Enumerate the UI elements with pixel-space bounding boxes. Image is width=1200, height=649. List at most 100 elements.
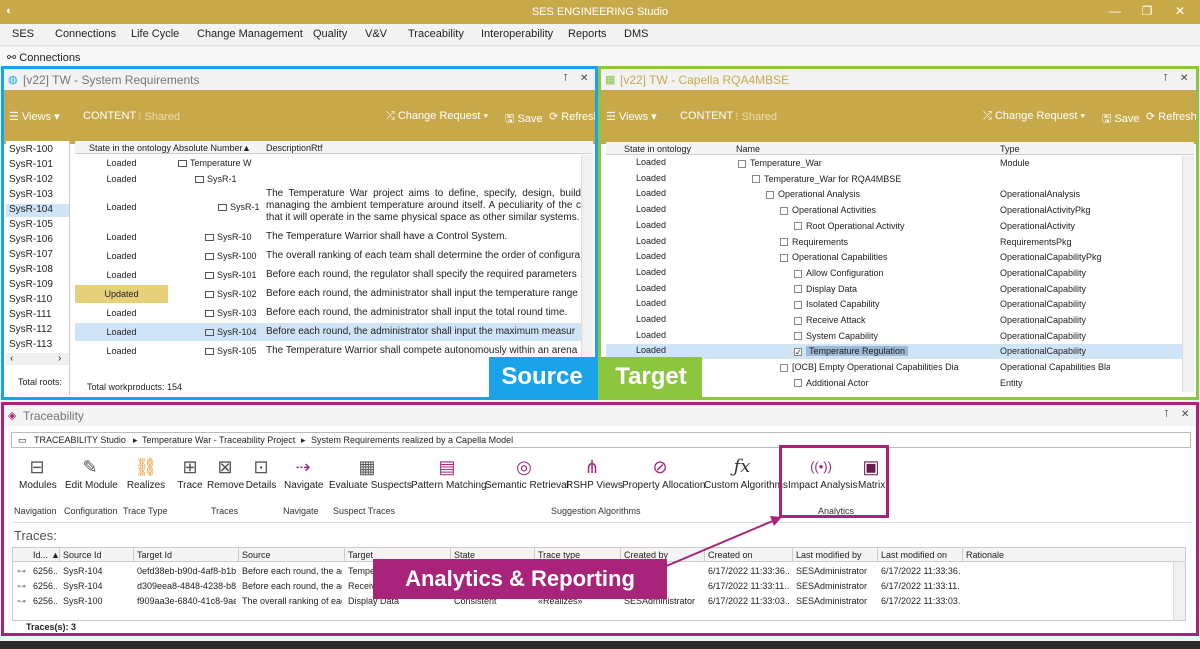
menu-reports[interactable]: Reports [568, 28, 607, 40]
col-name[interactable]: Name [736, 144, 760, 154]
checkbox[interactable] [794, 316, 802, 325]
root-item[interactable]: SysR-113 [6, 339, 69, 352]
ribbon-button-remove[interactable]: ⊠ Remove [207, 454, 244, 491]
table-row[interactable]: Loaded Operational Capabilities Operationa… [606, 250, 1182, 265]
close-icon[interactable]: ✕ [1170, 4, 1190, 18]
col-header[interactable]: Last modified on [881, 550, 947, 560]
checkbox[interactable] [766, 191, 774, 200]
table-row[interactable]: Loaded SysR-103 Before each round, the adm… [75, 304, 581, 322]
content-button[interactable]: CONTENT [680, 110, 733, 122]
save-button[interactable]: 🖫 Save [1102, 110, 1140, 129]
checkbox[interactable] [794, 300, 802, 309]
menu-connections[interactable]: Connections [55, 28, 116, 40]
root-item[interactable]: SysR-110 [6, 294, 69, 307]
views-button[interactable]: ☰ Views ▾ [606, 110, 657, 123]
ribbon-button-trace[interactable]: ⊞ Trace [175, 454, 205, 491]
minimize-icon[interactable]: — [1105, 4, 1125, 18]
checkbox[interactable] [780, 363, 788, 372]
menu-interoperability[interactable]: Interoperability [481, 28, 553, 40]
table-row[interactable]: Loaded SysR-10 The Temperature Warrior sha… [75, 228, 581, 246]
col-header[interactable]: Last modified by [796, 550, 862, 560]
checkbox[interactable]: ✓ [794, 348, 802, 356]
menu-traceability[interactable]: Traceability [408, 28, 464, 40]
table-row[interactable]: Loaded Temperature_War for RQA4MBSE [606, 172, 1182, 187]
root-item[interactable]: SysR-101 [6, 159, 69, 172]
restore-icon[interactable]: ❐ [1137, 4, 1157, 18]
pin-icon[interactable]: ⊺ [1164, 409, 1169, 420]
table-row[interactable]: Loaded SysR-1 [75, 172, 581, 187]
close-pane-icon[interactable]: ✕ [1181, 409, 1189, 420]
close-pane-icon[interactable]: ✕ [580, 73, 588, 84]
content-button[interactable]: CONTENT [83, 110, 136, 122]
root-item[interactable]: SysR-105 [6, 219, 69, 232]
root-item[interactable]: SysR-106 [6, 234, 69, 247]
menu-change-management[interactable]: Change Management [197, 28, 303, 40]
menu-ses[interactable]: SES [12, 28, 34, 40]
ribbon-button-rshp-views[interactable]: ⋔ RSHP Views [566, 454, 623, 491]
breadcrumb-item[interactable]: TRACEABILITY Studio [34, 435, 126, 445]
horizontal-scrollbar[interactable]: ‹ › [6, 353, 69, 365]
table-row[interactable]: Loaded SysR-100 The overall ranking of eac… [75, 247, 581, 265]
checkbox[interactable] [780, 238, 788, 247]
col-header[interactable]: Rationale [966, 550, 1004, 560]
table-row[interactable]: Loaded Display Data OperationalCapability [606, 282, 1182, 297]
table-row[interactable]: Loaded SysR-1 The Temperature War project … [75, 188, 581, 226]
col-header[interactable]: Target [348, 550, 373, 560]
col-header[interactable]: Target Id [137, 550, 172, 560]
ribbon-button-semantic-retrieval[interactable]: ◎ Semantic Retrieval [485, 454, 569, 491]
checkbox[interactable] [794, 285, 802, 294]
col-description[interactable]: DescriptionRtf [266, 143, 323, 153]
root-item[interactable]: SysR-111 [6, 309, 69, 322]
vertical-scrollbar[interactable] [1173, 562, 1185, 620]
table-row[interactable]: Loaded Operational Activities OperationalA… [606, 203, 1182, 218]
vertical-scrollbar[interactable] [1182, 156, 1194, 392]
root-item[interactable]: SysR-104 [6, 204, 69, 217]
ribbon-button-edit-module[interactable]: ✎ Edit Module [65, 454, 118, 491]
table-row[interactable]: Loaded SysR-104 Before each round, the adm… [75, 323, 581, 341]
change-request-button[interactable]: ⤮ Change Request ▾ [983, 110, 1085, 123]
root-item[interactable]: SysR-112 [6, 324, 69, 337]
table-row[interactable]: Loaded Temperature_War Module [606, 156, 1182, 171]
breadcrumb-item[interactable]: System Requirements realized by a Capell… [311, 435, 513, 445]
ribbon-button-pattern-matching[interactable]: ▤ Pattern Matching [411, 454, 487, 491]
close-pane-icon[interactable]: ✕ [1180, 73, 1188, 84]
ribbon-button-matrix[interactable]: ▣ Matrix [858, 454, 885, 491]
ribbon-button-evaluate-suspects[interactable]: ▦ Evaluate Suspects [329, 454, 412, 491]
table-row[interactable]: Loaded SysR-101 Before each round, the reg… [75, 266, 581, 284]
table-row[interactable]: Loaded Root Operational Activity Operation… [606, 219, 1182, 234]
ribbon-button-custom-algorithms[interactable]: ƒx Custom Algorithms [704, 454, 788, 491]
menu-vv[interactable]: V&V [365, 28, 387, 40]
root-item[interactable]: SysR-103 [6, 189, 69, 202]
refresh-button[interactable]: ⟳ Refresh [1146, 110, 1197, 123]
checkbox[interactable] [794, 379, 802, 388]
table-row[interactable]: Loaded Temperature W [75, 156, 581, 171]
save-button[interactable]: 🖫 Save [505, 110, 543, 129]
checkbox[interactable] [738, 159, 746, 168]
col-type[interactable]: Type [1000, 144, 1020, 154]
col-state[interactable]: State in ontology [624, 144, 691, 154]
menu-life-cycle[interactable]: Life Cycle [131, 28, 179, 40]
ribbon-button-modules[interactable]: ⊟ Modules [19, 454, 57, 491]
root-item[interactable]: SysR-109 [6, 279, 69, 292]
menu-dms[interactable]: DMS [624, 28, 648, 40]
breadcrumb-item[interactable]: Temperature War - Traceability Project [142, 435, 295, 445]
table-row[interactable]: Loaded Operational Analysis OperationalAna… [606, 187, 1182, 202]
vertical-scrollbar[interactable] [581, 155, 593, 365]
root-item[interactable]: SysR-102 [6, 174, 69, 187]
checkbox[interactable] [794, 222, 802, 231]
checkbox[interactable] [752, 175, 760, 184]
table-row[interactable]: Loaded Isolated Capability OperationalCapa… [606, 297, 1182, 312]
change-request-button[interactable]: ⤮ Change Request ▾ [386, 110, 488, 123]
ribbon-button-navigate[interactable]: ⇢ Navigate [284, 454, 323, 491]
ribbon-button-realizes[interactable]: ⛓ Realizes [126, 454, 166, 491]
col-header[interactable]: Id... [33, 550, 48, 560]
root-item[interactable]: SysR-108 [6, 264, 69, 277]
ribbon-button-property-allocation[interactable]: ⊘ Property Allocation [622, 454, 705, 491]
refresh-button[interactable]: ⟳ Refresh [549, 110, 596, 123]
checkbox[interactable] [794, 332, 802, 341]
pin-icon[interactable]: ⊺ [1163, 73, 1168, 84]
ribbon-button-impact-analysis[interactable]: ((•)) Impact Analysis [788, 454, 857, 491]
pin-icon[interactable]: ⊺ [563, 73, 568, 84]
table-row[interactable]: Loaded System Capability OperationalCapabi… [606, 329, 1182, 344]
ribbon-button-details[interactable]: ⊡ Details [245, 454, 277, 491]
